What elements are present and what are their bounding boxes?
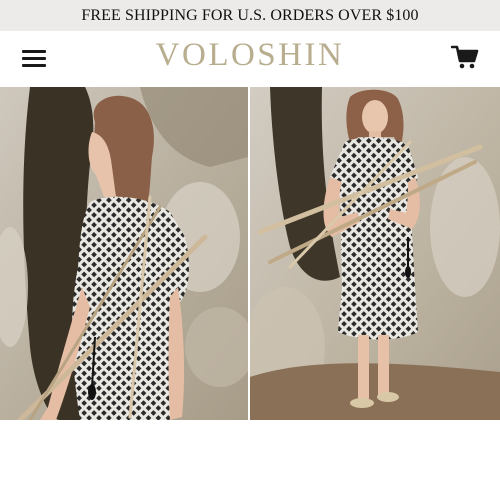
page-content-area <box>0 420 500 500</box>
hero-gallery <box>0 87 500 420</box>
promo-banner: FREE SHIPPING FOR U.S. ORDERS OVER $100 <box>0 0 500 31</box>
model-photo-front-view[interactable] <box>250 87 500 420</box>
brand-logo[interactable]: VOLOSHIN <box>0 37 500 74</box>
promo-text: FREE SHIPPING FOR U.S. ORDERS OVER $100 <box>81 6 419 24</box>
model-photo-back-view[interactable] <box>0 87 248 420</box>
site-header: VOLOSHIN <box>0 31 500 87</box>
shopping-cart-icon[interactable] <box>450 44 479 70</box>
